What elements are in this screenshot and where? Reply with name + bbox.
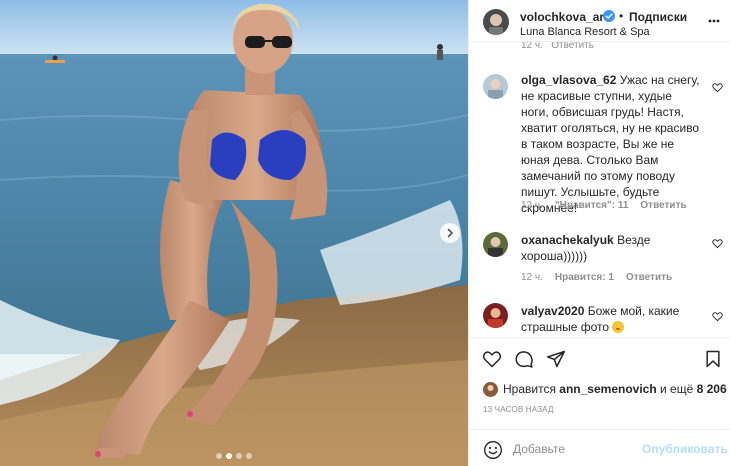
carousel-dot-active xyxy=(226,453,232,459)
post-location[interactable]: Luna Blanca Resort & Spa xyxy=(520,26,650,38)
comment-likes-count[interactable]: Нравится: 1 xyxy=(555,272,614,283)
liker-username[interactable]: ann_semenovich xyxy=(559,382,656,396)
comment-text: Ужас на снегу, не красивые ступни, худые… xyxy=(521,73,700,215)
comment-input[interactable] xyxy=(513,440,633,458)
chevron-right-icon xyxy=(447,228,454,238)
heart-icon[interactable] xyxy=(482,349,502,369)
comment-like-heart-icon[interactable] xyxy=(712,311,723,322)
post-actions-bar xyxy=(469,337,730,379)
comment-text-block: oxanachekalyuk Везде хороша)))))) xyxy=(521,232,703,264)
comment-text-block: valyav2020 Боже мой, какие страшные фото xyxy=(521,303,703,335)
post-side-pane: volochkova_art • Подписки Luna Blanca Re… xyxy=(468,0,730,466)
likes-count[interactable]: 8 206 xyxy=(697,382,727,396)
comment-likes-count[interactable]: "Нравится": 11 xyxy=(555,200,629,211)
commenter-avatar[interactable] xyxy=(483,232,508,257)
likes-summary[interactable]: Нравится ann_semenovich и ещё 8 206 xyxy=(483,381,727,397)
commenter-avatar[interactable] xyxy=(483,303,508,328)
carousel-indicator xyxy=(0,453,468,459)
slightly-frowning-face-icon xyxy=(612,321,625,333)
post-header: volochkova_art • Подписки Luna Blanca Re… xyxy=(469,0,730,42)
carousel-dot xyxy=(236,453,242,459)
comment-like-heart-icon[interactable] xyxy=(712,238,723,249)
commenter-username[interactable]: olga_vlasova_62 xyxy=(521,73,616,87)
post-photo[interactable] xyxy=(0,0,468,466)
comment-bubble-icon[interactable] xyxy=(514,349,534,369)
liker-avatar xyxy=(483,381,498,397)
comment-like-heart-icon[interactable] xyxy=(712,82,723,93)
post-timestamp[interactable]: 13 ЧАСОВ НАЗАД xyxy=(483,405,554,414)
author-avatar[interactable] xyxy=(483,9,509,35)
next-photo-button[interactable] xyxy=(440,223,460,243)
likes-prefix: Нравится xyxy=(503,382,556,396)
comment-meta-cut: 12 ч. Ответить xyxy=(521,42,594,48)
add-comment-bar: Опубликовать xyxy=(469,429,730,466)
following-button[interactable]: Подписки xyxy=(629,10,687,24)
bookmark-icon[interactable] xyxy=(703,349,723,369)
comment-time: 12 ч. xyxy=(521,200,543,211)
verified-badge-icon xyxy=(603,10,615,22)
carousel-dot xyxy=(216,453,222,459)
smile-icon[interactable] xyxy=(483,440,503,460)
author-username[interactable]: volochkova_art xyxy=(520,10,608,24)
comment-meta: 12 ч. Нравится: 1 Ответить xyxy=(521,272,672,283)
paper-plane-icon[interactable] xyxy=(546,349,566,369)
commenter-avatar[interactable] xyxy=(483,74,508,99)
commenter-username[interactable]: valyav2020 xyxy=(521,304,584,318)
carousel-dot xyxy=(246,453,252,459)
comments-list[interactable]: 12 ч. Ответить olga_vlasova_62 Ужас на с… xyxy=(469,42,730,337)
comment-time: 12 ч. xyxy=(521,272,543,283)
reply-button[interactable]: Ответить xyxy=(626,272,672,283)
commenter-username[interactable]: oxanachekalyuk xyxy=(521,233,614,247)
comment-text-block: olga_vlasova_62 Ужас на снегу, не красив… xyxy=(521,72,703,216)
separator-dot: • xyxy=(619,9,624,23)
likes-middle: и ещё xyxy=(660,382,694,396)
beach-photo-image xyxy=(0,0,468,466)
comment-meta: 12 ч. "Нравится": 11 Ответить xyxy=(521,200,687,211)
reply-button[interactable]: Ответить xyxy=(640,200,686,211)
more-options-icon[interactable] xyxy=(707,14,721,28)
publish-button[interactable]: Опубликовать xyxy=(642,442,728,456)
